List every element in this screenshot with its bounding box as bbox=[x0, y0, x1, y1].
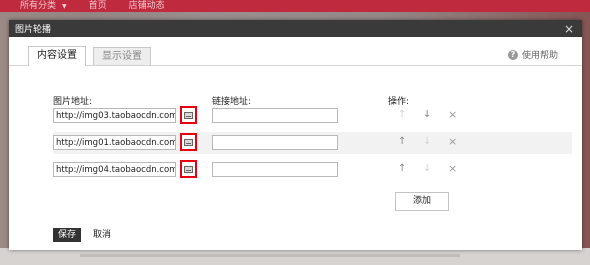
move-down-icon[interactable]: ↓ bbox=[423, 109, 431, 121]
image-picker-button[interactable] bbox=[180, 133, 197, 151]
image-url-input[interactable]: http://img04.taobaocdn.com/ bbox=[53, 162, 176, 177]
nav-all-categories-label: 所有分类 bbox=[20, 0, 57, 11]
image-icon bbox=[184, 165, 193, 173]
help-link[interactable]: ? 使用帮助 bbox=[507, 48, 558, 61]
carousel-row: http://img01.taobaocdn.com/ ↑ ↓ × bbox=[53, 132, 572, 154]
move-up-icon[interactable]: ↑ bbox=[398, 163, 406, 175]
chevron-down-icon: ▼ bbox=[62, 2, 67, 10]
question-icon: ? bbox=[507, 49, 518, 60]
close-icon[interactable]: × bbox=[564, 23, 574, 35]
image-icon bbox=[184, 111, 193, 119]
delete-icon[interactable]: × bbox=[448, 109, 457, 121]
move-down-icon[interactable]: ↓ bbox=[423, 163, 431, 175]
link-url-input[interactable] bbox=[212, 108, 338, 123]
image-picker-button[interactable] bbox=[180, 106, 197, 124]
carousel-row: http://img03.taobaocdn.com/ ↑ ↓ × bbox=[53, 105, 572, 127]
page-background-text bbox=[80, 254, 460, 257]
tab-content-settings[interactable]: 内容设置 bbox=[28, 46, 86, 66]
delete-icon[interactable]: × bbox=[448, 136, 457, 148]
tab-display-settings[interactable]: 显示设置 bbox=[93, 47, 151, 65]
move-up-icon[interactable]: ↑ bbox=[398, 109, 406, 121]
tabs-bar: 内容设置 显示设置 bbox=[9, 46, 582, 66]
dialog-title: 图片轮播 bbox=[15, 25, 52, 35]
nav-all-categories[interactable]: 所有分类 ▼ bbox=[20, 0, 67, 11]
nav-store-news[interactable]: 店铺动态 bbox=[129, 1, 165, 11]
top-navigation-bar: 所有分类 ▼ 首页 店铺动态 bbox=[0, 0, 590, 12]
image-picker-button[interactable] bbox=[180, 160, 197, 178]
link-url-input[interactable] bbox=[212, 162, 338, 177]
link-url-input[interactable] bbox=[212, 135, 338, 150]
image-icon bbox=[184, 138, 193, 146]
move-up-icon[interactable]: ↑ bbox=[398, 136, 406, 148]
cancel-button[interactable]: 取消 bbox=[93, 228, 111, 242]
save-button[interactable]: 保存 bbox=[53, 228, 81, 242]
carousel-row: http://img04.taobaocdn.com/ ↑ ↓ × bbox=[53, 159, 572, 181]
image-url-input[interactable]: http://img01.taobaocdn.com/ bbox=[53, 135, 176, 150]
move-down-icon[interactable]: ↓ bbox=[423, 136, 431, 148]
add-button[interactable]: 添加 bbox=[395, 192, 449, 211]
nav-home[interactable]: 首页 bbox=[89, 1, 107, 11]
dialog-header: 图片轮播 × bbox=[9, 20, 582, 37]
image-url-input[interactable]: http://img03.taobaocdn.com/ bbox=[53, 108, 176, 123]
help-label: 使用帮助 bbox=[521, 51, 558, 61]
image-carousel-dialog: 图片轮播 × 内容设置 显示设置 ? 使用帮助 图片地址: 链接地址: 操作: … bbox=[9, 20, 582, 250]
delete-icon[interactable]: × bbox=[448, 163, 457, 175]
